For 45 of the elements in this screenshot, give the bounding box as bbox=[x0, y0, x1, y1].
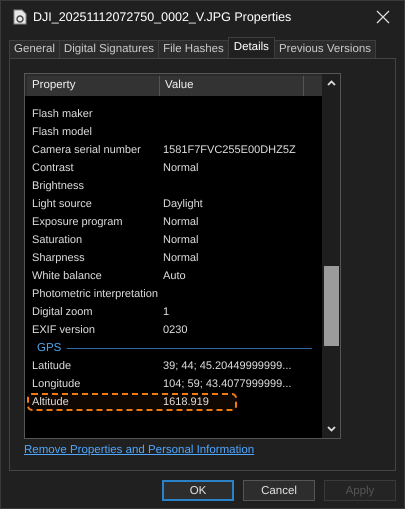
tab[interactable]: File Hashes bbox=[158, 40, 229, 58]
group-heading: GPS bbox=[37, 342, 62, 354]
property-name: Light source bbox=[31, 198, 93, 210]
scroll-up-icon[interactable] bbox=[326, 80, 336, 86]
property-name: Longitude bbox=[31, 378, 82, 390]
property-value: 1 bbox=[163, 306, 170, 318]
property-name: Flash model bbox=[31, 126, 93, 138]
property-name: White balance bbox=[31, 270, 103, 282]
property-value: Normal bbox=[163, 216, 198, 228]
property-name: Flash maker bbox=[31, 108, 94, 120]
close-icon[interactable] bbox=[376, 10, 390, 24]
property-name: Photometric interpretation bbox=[31, 288, 159, 300]
property-name: Brightness bbox=[31, 180, 85, 192]
property-value: 104; 59; 43.4077999999... bbox=[163, 378, 292, 390]
column-header[interactable]: Property bbox=[27, 76, 160, 96]
property-name: EXIF version bbox=[31, 324, 96, 336]
property-value: 1618.919 bbox=[163, 396, 209, 408]
property-name: Saturation bbox=[31, 234, 84, 246]
property-name: Exposure program bbox=[31, 216, 124, 228]
tab[interactable]: Previous Versions bbox=[274, 40, 376, 58]
dialog-button[interactable]: Cancel bbox=[243, 480, 315, 501]
scrollbar[interactable] bbox=[322, 74, 340, 438]
property-name: Camera serial number bbox=[31, 144, 142, 156]
dialog-button[interactable]: OK bbox=[162, 480, 234, 501]
property-value: Normal bbox=[163, 162, 198, 174]
property-name: Latitude bbox=[31, 360, 72, 372]
property-value: Auto bbox=[163, 270, 186, 282]
property-value: 39; 44; 45.20449999999... bbox=[163, 360, 292, 372]
column-header[interactable]: Value bbox=[160, 76, 304, 96]
tab[interactable]: General bbox=[9, 40, 60, 58]
property-value: Normal bbox=[163, 234, 198, 246]
property-name: Digital zoom bbox=[31, 306, 94, 318]
property-value: 0230 bbox=[163, 324, 188, 336]
tab[interactable]: Digital Signatures bbox=[58, 40, 160, 58]
remove-properties-link[interactable]: Remove Properties and Personal Information bbox=[24, 444, 254, 456]
property-name: Altitude bbox=[31, 396, 70, 408]
property-name: Sharpness bbox=[31, 252, 86, 264]
property-value: Daylight bbox=[163, 198, 203, 210]
property-value: Normal bbox=[163, 252, 198, 264]
property-name: Contrast bbox=[31, 162, 75, 174]
property-value: 1581F7FVC255E00DHZ5Z bbox=[163, 144, 296, 156]
window-title: DJI_20251112072750_0002_V.JPG Properties bbox=[33, 10, 292, 24]
scroll-thumb[interactable] bbox=[324, 266, 338, 346]
scroll-down-icon[interactable] bbox=[326, 426, 336, 432]
file-icon bbox=[13, 8, 27, 24]
